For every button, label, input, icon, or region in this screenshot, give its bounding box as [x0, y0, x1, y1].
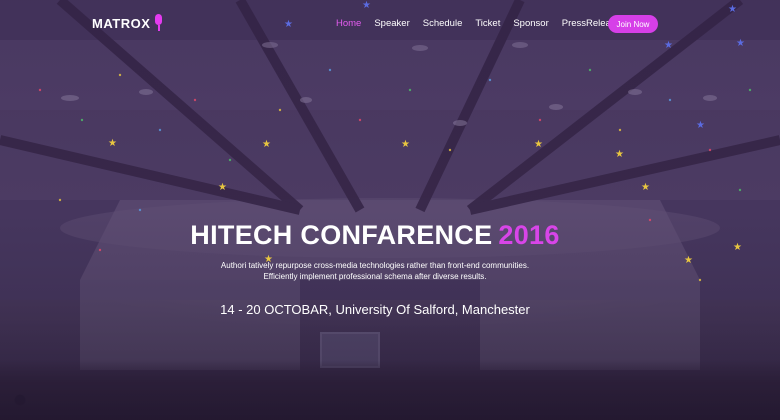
svg-text:★: ★ — [218, 182, 227, 193]
svg-text:★: ★ — [401, 139, 410, 150]
svg-text:★: ★ — [262, 139, 271, 150]
nav-item-home[interactable]: Home — [336, 18, 361, 29]
logo[interactable]: MATROX — [92, 14, 163, 32]
svg-text:★: ★ — [615, 149, 624, 160]
hero-description-line-2: Efficiently implement professional schem… — [263, 272, 487, 281]
microphone-icon — [153, 14, 163, 32]
brand-name: MATROX — [92, 15, 151, 31]
svg-text:★: ★ — [108, 138, 117, 149]
hero-title: HITECH CONFARENCE 2016 — [0, 220, 750, 251]
hero-description-line-1: Authori tatively repurpose cross-media t… — [220, 261, 530, 270]
hero-title-text: HITECH CONFARENCE — [190, 220, 493, 250]
svg-text:★: ★ — [534, 139, 543, 150]
nav-item-speaker[interactable]: Speaker — [374, 18, 409, 29]
nav-item-ticket[interactable]: Ticket — [475, 18, 500, 29]
svg-text:★: ★ — [641, 182, 650, 193]
nav-item-schedule[interactable]: Schedule — [423, 18, 463, 29]
svg-text:★: ★ — [696, 120, 705, 131]
nav-menu: Home Speaker Schedule Ticket Sponsor Pre… — [336, 18, 634, 29]
navbar: MATROX Home Speaker Schedule Ticket Spon… — [0, 0, 780, 48]
join-now-button[interactable]: Join Now — [608, 15, 658, 33]
hero-title-year: 2016 — [498, 220, 560, 250]
event-info: 14 - 20 OCTOBAR, University Of Salford, … — [220, 302, 530, 317]
hero-background: ★ ★ ★ ★ ★ ★ ★ ★ ★ ★ ★ ★ ★ ★ ★ ★ — [0, 0, 780, 420]
hero-description: Authori tatively repurpose cross-media t… — [0, 260, 750, 282]
nav-item-sponsor[interactable]: Sponsor — [513, 18, 548, 29]
star-sparkles: ★ ★ ★ ★ ★ ★ ★ ★ ★ ★ ★ ★ ★ ★ ★ ★ — [38, 0, 752, 282]
